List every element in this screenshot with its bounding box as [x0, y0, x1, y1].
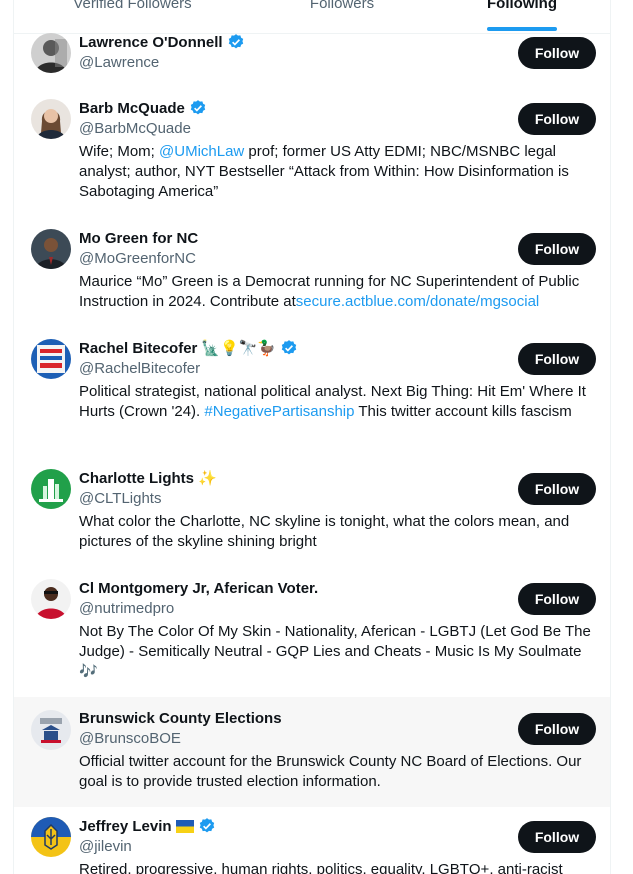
avatar[interactable] — [31, 817, 71, 857]
user-handle[interactable]: @CLTLights — [79, 490, 161, 507]
user-handle[interactable]: @Lawrence — [79, 54, 159, 71]
follow-button[interactable]: Follow — [518, 37, 596, 69]
display-name[interactable]: Jeffrey Levin — [79, 818, 172, 835]
user-handle[interactable]: @RachelBitecofer — [79, 360, 200, 377]
bio-text: This twitter account kills fascism — [354, 403, 572, 420]
user-cell-mogreen[interactable]: Mo Green for NC @MoGreenforNC Maurice “M… — [14, 219, 610, 329]
name-line: Brunswick County Elections — [79, 708, 282, 728]
user-cell-lawrence[interactable]: Lawrence O'Donnell @Lawrence Follow — [14, 32, 610, 89]
user-bio: Political strategist, national political… — [79, 382, 599, 422]
user-handle[interactable]: @nutrimedpro — [79, 600, 174, 617]
display-name[interactable]: Rachel Bitecofer — [79, 340, 197, 357]
follow-button[interactable]: Follow — [518, 821, 596, 853]
display-name[interactable]: Brunswick County Elections — [79, 710, 282, 727]
user-bio: Retired, progressive, human rights, poli… — [79, 860, 599, 874]
avatar[interactable] — [31, 339, 71, 379]
bio-text: What color the Charlotte, NC skyline is … — [79, 513, 570, 550]
bio-url-link[interactable]: secure.actblue.com/donate/mgsocial — [296, 293, 539, 310]
active-tab-indicator — [487, 27, 557, 31]
name-line: Lawrence O'Donnell — [79, 32, 245, 52]
verified-badge-icon — [281, 340, 297, 355]
name-emojis: 🗽💡🔭🦆 — [201, 338, 277, 357]
tab-followers[interactable]: Followers — [297, 0, 387, 12]
avatar[interactable] — [31, 579, 71, 619]
display-name[interactable]: Charlotte Lights — [79, 470, 194, 487]
follow-button[interactable]: Follow — [518, 233, 596, 265]
user-cell-barbmcquade[interactable]: Barb McQuade @BarbMcQuade Wife; Mom; @UM… — [14, 89, 610, 219]
follow-button[interactable]: Follow — [518, 473, 596, 505]
user-handle[interactable]: @BrunscoBOE — [79, 730, 181, 747]
bio-text: Wife; Mom; — [79, 143, 160, 160]
bio-text: Retired, progressive, human rights, poli… — [79, 861, 563, 874]
display-name[interactable]: Barb McQuade — [79, 100, 185, 117]
name-line: Mo Green for NC — [79, 228, 198, 248]
user-bio: What color the Charlotte, NC skyline is … — [79, 512, 599, 552]
follow-button[interactable]: Follow — [518, 713, 596, 745]
user-bio: Wife; Mom; @UMichLaw prof; former US Att… — [79, 142, 599, 202]
name-line: Jeffrey Levin — [79, 816, 216, 836]
verified-badge-icon — [199, 818, 214, 833]
bio-text: Not By The Color Of My Skin - Nationalit… — [79, 623, 591, 680]
tab-following[interactable]: Following — [477, 0, 567, 12]
user-bio: Official twitter account for the Brunswi… — [79, 752, 599, 792]
avatar[interactable] — [31, 710, 71, 750]
ukraine-flag-icon — [175, 819, 194, 833]
verified-badge-icon — [228, 34, 243, 49]
display-name[interactable]: Lawrence O'Donnell — [79, 34, 223, 51]
follow-button[interactable]: Follow — [518, 583, 596, 615]
display-name[interactable]: Cl Montgomery Jr, Aferican Voter. — [79, 580, 318, 597]
user-handle[interactable]: @MoGreenforNC — [79, 250, 196, 267]
bio-text: Official twitter account for the Brunswi… — [79, 753, 582, 790]
user-cell-jilevin[interactable]: Jeffrey Levin @jilevin Retired, progress… — [14, 807, 610, 874]
bio-hashtag-link[interactable]: #NegativePartisanship — [204, 403, 354, 420]
user-handle[interactable]: @jilevin — [79, 838, 132, 855]
name-line: Cl Montgomery Jr, Aferican Voter. — [79, 578, 318, 598]
name-line: Rachel Bitecofer 🗽💡🔭🦆 — [79, 338, 298, 358]
avatar[interactable] — [31, 229, 71, 269]
follow-button[interactable]: Follow — [518, 103, 596, 135]
display-name[interactable]: Mo Green for NC — [79, 230, 198, 247]
following-list-panel: Verified Followers Followers Following L… — [13, 0, 611, 874]
sparkles-icon: ✨ — [198, 468, 217, 487]
verified-badge-icon — [190, 100, 206, 115]
user-cell-brunscoboe[interactable]: Brunswick County Elections @BrunscoBOE O… — [14, 697, 610, 807]
avatar[interactable] — [31, 33, 71, 73]
user-bio: Not By The Color Of My Skin - Nationalit… — [79, 622, 599, 682]
user-cell-cltlights[interactable]: Charlotte Lights ✨ @CLTLights What color… — [14, 459, 610, 569]
profile-tabs: Verified Followers Followers Following — [14, 0, 610, 34]
name-line: Barb McQuade — [79, 98, 207, 118]
user-handle[interactable]: @BarbMcQuade — [79, 120, 191, 137]
avatar[interactable] — [31, 99, 71, 139]
bio-mention-link[interactable]: @UMichLaw — [159, 143, 244, 160]
follow-button[interactable]: Follow — [518, 343, 596, 375]
user-cell-rachelbitecofer[interactable]: Rachel Bitecofer 🗽💡🔭🦆 @RachelBitecofer P… — [14, 329, 610, 459]
user-bio: Maurice “Mo” Green is a Democrat running… — [79, 272, 599, 312]
user-cell-nutrimedpro[interactable]: Cl Montgomery Jr, Aferican Voter. @nutri… — [14, 569, 610, 697]
avatar[interactable] — [31, 469, 71, 509]
tab-verified-followers[interactable]: Verified Followers — [70, 0, 195, 12]
name-line: Charlotte Lights ✨ — [79, 468, 217, 488]
